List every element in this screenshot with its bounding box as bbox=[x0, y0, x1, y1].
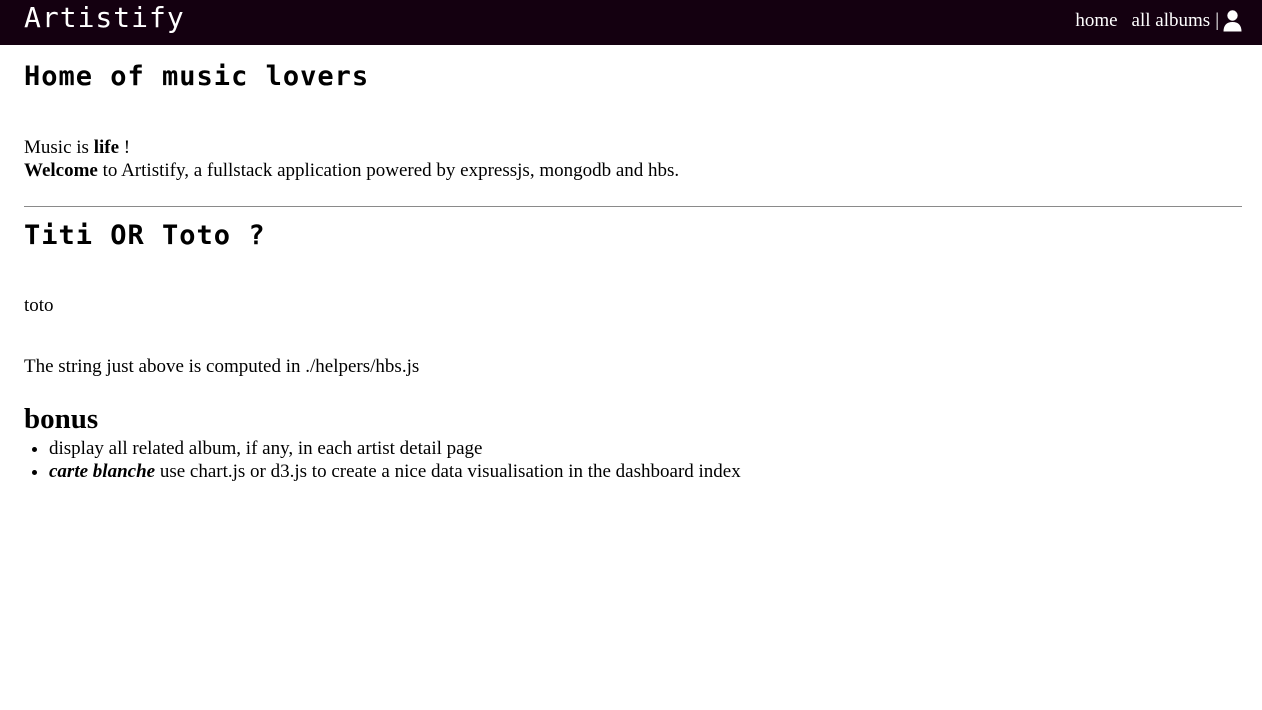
intro-line1-suffix: ! bbox=[119, 137, 131, 158]
intro-line2-rest: to Artistify, a fullstack application po… bbox=[97, 160, 680, 181]
user-icon-glyph bbox=[1223, 10, 1242, 32]
brand-logo-link[interactable]: Artistify bbox=[24, 1, 185, 35]
nav-links: home all albums | bbox=[1075, 8, 1242, 34]
section-divider bbox=[24, 206, 1242, 207]
intro-line2-bold: Welcome bbox=[24, 160, 98, 181]
quiz-title: Titi OR Toto ? bbox=[24, 220, 266, 251]
quiz-result: toto bbox=[24, 295, 54, 316]
bonus-item: carte blanche use chart.js or d3.js to c… bbox=[49, 460, 741, 483]
bonus-list: display all related album, if any, in ea… bbox=[24, 437, 741, 483]
bonus-item-emphasis: carte blanche bbox=[49, 461, 156, 482]
intro-text: Music is life ! Welcome to Artistify, a … bbox=[24, 136, 679, 182]
bonus-item: display all related album, if any, in ea… bbox=[49, 437, 741, 460]
nav-separator: | bbox=[1215, 10, 1219, 31]
quiz-note: The string just above is computed in ./h… bbox=[24, 356, 420, 377]
bonus-title: bonus bbox=[24, 403, 99, 435]
page-title: Home of music lovers bbox=[24, 61, 370, 92]
intro-line1-bold: life bbox=[93, 137, 120, 158]
nav-link-all-albums[interactable]: all albums bbox=[1132, 10, 1211, 32]
bonus-item-text: use chart.js or d3.js to create a nice d… bbox=[155, 461, 741, 482]
bonus-item-text: display all related album, if any, in ea… bbox=[49, 438, 483, 459]
navbar: Artistify home all albums | bbox=[0, 0, 1262, 45]
user-icon[interactable] bbox=[1223, 10, 1242, 32]
intro-line1-prefix: Music is bbox=[24, 137, 94, 158]
nav-link-home[interactable]: home bbox=[1075, 10, 1117, 32]
